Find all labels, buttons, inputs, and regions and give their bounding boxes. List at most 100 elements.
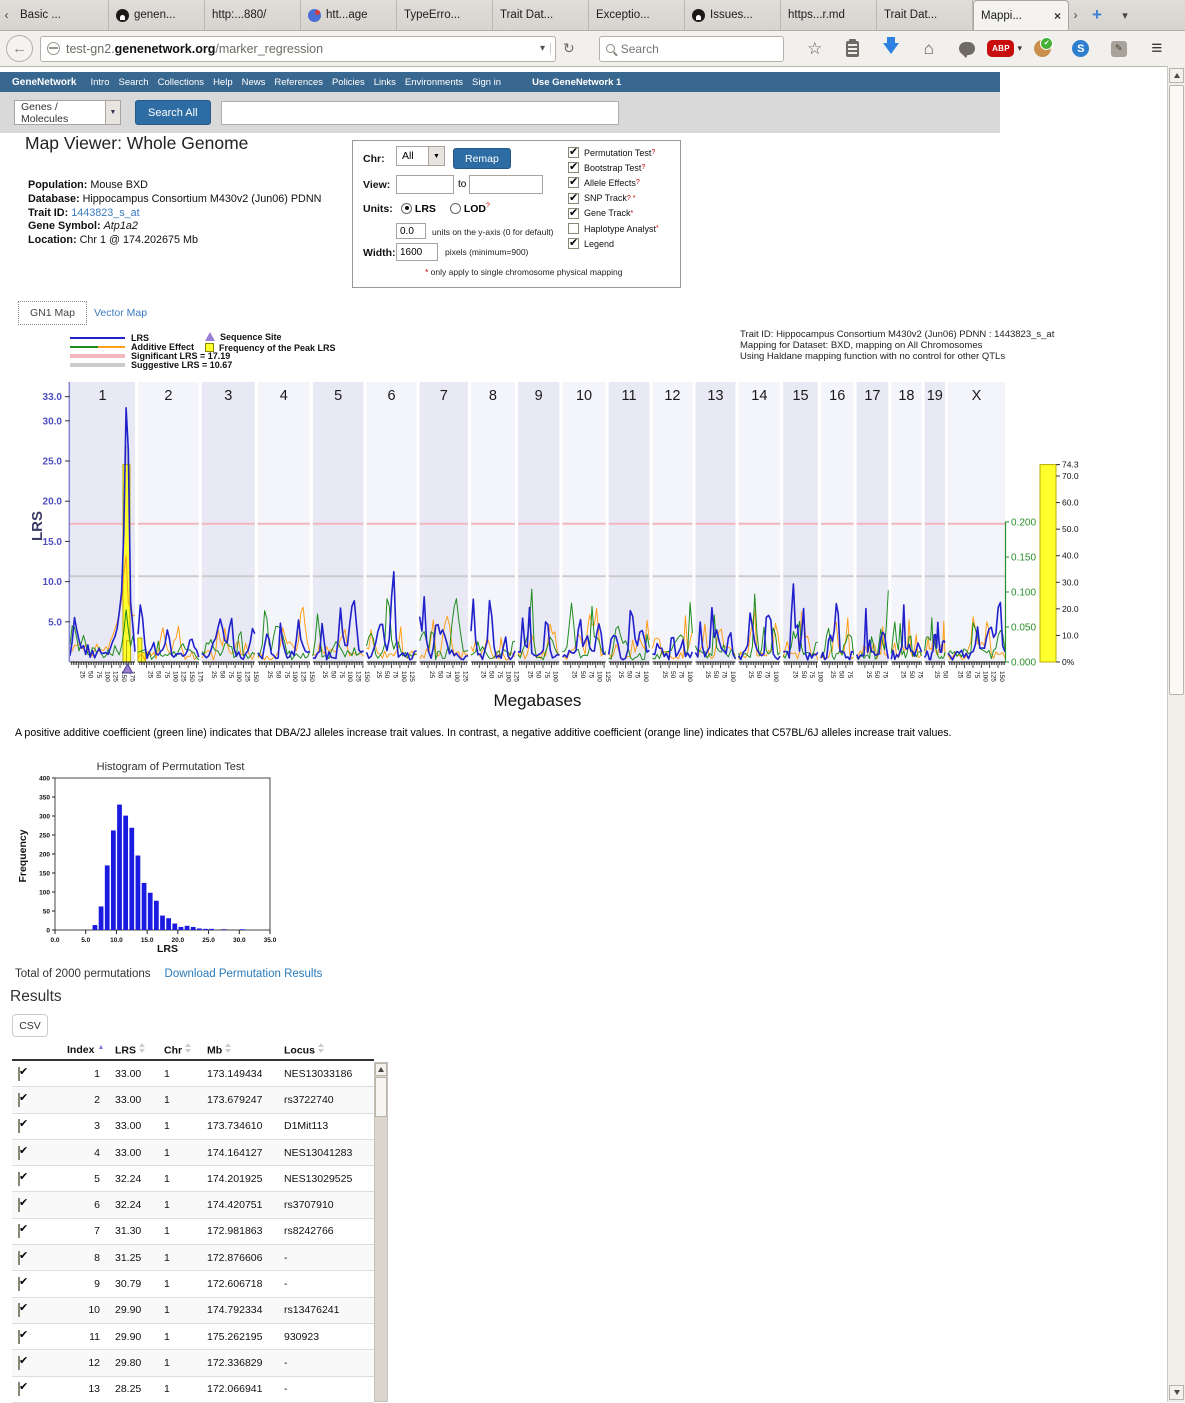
table-row[interactable]: 1029.901174.792334rs13476241 — [12, 1298, 374, 1324]
new-tab-button[interactable]: + — [1082, 0, 1112, 30]
clipboard-icon[interactable] — [834, 41, 872, 57]
table-row[interactable]: 1328.251172.066941- — [12, 1377, 374, 1403]
back-button[interactable]: ← — [6, 35, 33, 62]
reload-icon[interactable]: ↻ — [556, 40, 577, 57]
tab-scroll-right-icon[interactable]: › — [1069, 0, 1082, 30]
adblock-icon[interactable]: ABP▾ — [986, 40, 1024, 57]
nav-item[interactable]: References — [274, 77, 323, 88]
s-plugin-icon[interactable]: S — [1062, 40, 1100, 57]
nav-item[interactable]: Search — [118, 77, 148, 88]
col-mb[interactable]: Mb — [202, 1043, 280, 1057]
col-lrs[interactable]: LRS — [110, 1043, 160, 1057]
table-row[interactable]: 1129.901175.262195930923 — [12, 1324, 374, 1350]
download-permutation-link[interactable]: Download Permutation Results — [165, 968, 323, 980]
chat-icon[interactable] — [948, 42, 986, 55]
table-row[interactable]: 133.001173.149434NES13033186 — [12, 1061, 374, 1087]
browser-tab[interactable]: Exceptio... — [589, 0, 685, 30]
row-checkbox[interactable] — [18, 1172, 20, 1186]
row-checkbox[interactable] — [18, 1224, 20, 1238]
table-row[interactable]: 233.001173.679247rs3722740 — [12, 1087, 374, 1113]
table-row[interactable]: 433.001174.164127NES13041283 — [12, 1140, 374, 1166]
row-checkbox[interactable] — [18, 1198, 20, 1212]
y-units-input[interactable] — [396, 223, 426, 239]
csv-button[interactable]: CSV — [12, 1014, 48, 1037]
nav-item[interactable]: Intro — [90, 77, 109, 88]
nav-item[interactable]: Links — [374, 77, 396, 88]
row-checkbox[interactable] — [18, 1251, 20, 1265]
tab-vector-map[interactable]: Vector Map — [94, 307, 147, 319]
table-row[interactable]: 632.241174.420751rs3707910 — [12, 1192, 374, 1218]
browser-tab[interactable]: Basic ... — [13, 0, 109, 30]
gn-brand[interactable]: GeneNetwork — [12, 77, 76, 88]
table-scroll-up-icon[interactable] — [375, 1063, 387, 1076]
chr-select[interactable]: All — [396, 146, 429, 166]
browser-tab[interactable]: Trait Dat... — [877, 0, 973, 30]
width-input[interactable] — [396, 243, 438, 261]
row-checkbox[interactable] — [18, 1067, 20, 1081]
selenium-icon[interactable]: ✎ — [1100, 41, 1138, 57]
search-all-button[interactable]: Search All — [135, 100, 211, 125]
cookie-icon[interactable] — [1024, 40, 1062, 57]
table-row[interactable]: 731.301172.981863rs8242766 — [12, 1219, 374, 1245]
browser-tab[interactable]: Mappi...× — [973, 0, 1069, 30]
category-select-arrow-icon[interactable]: ▼ — [106, 100, 121, 125]
category-select[interactable]: Genes / Molecules ▼ — [14, 100, 121, 125]
checkbox-snp-track[interactable] — [568, 193, 579, 204]
menu-icon[interactable]: ≡ — [1138, 38, 1176, 60]
site-search-input[interactable] — [221, 101, 619, 125]
row-checkbox[interactable] — [18, 1330, 20, 1344]
tab-list-dropdown-icon[interactable]: ▾ — [1112, 0, 1138, 30]
chr-select-arrow-icon[interactable]: ▼ — [429, 146, 445, 166]
checkbox-haplotype-analyst[interactable] — [568, 223, 579, 234]
table-row[interactable]: 831.251172.876606- — [12, 1245, 374, 1271]
window-scroll-down-icon[interactable] — [1169, 1385, 1184, 1400]
url-bar[interactable]: test-gn2. genenetwork.org /marker_regres… — [40, 36, 556, 62]
window-scrollbar-thumb[interactable] — [1169, 85, 1184, 695]
remap-button[interactable]: Remap — [453, 148, 511, 169]
nav-item[interactable]: Collections — [158, 77, 204, 88]
checkbox-permutation-test[interactable] — [568, 147, 579, 158]
tab-gn1-map[interactable]: GN1 Map — [18, 301, 87, 325]
browser-tab[interactable]: https...r.md — [781, 0, 877, 30]
table-row[interactable]: 1229.801172.336829- — [12, 1350, 374, 1376]
col-chr[interactable]: Chr — [160, 1043, 202, 1057]
col-index[interactable]: Index▲ — [52, 1044, 110, 1056]
window-scroll-up-icon[interactable] — [1169, 68, 1184, 83]
browser-tab[interactable]: TypeErro... — [397, 0, 493, 30]
bookmark-star-icon[interactable]: ☆ — [796, 39, 834, 59]
row-checkbox[interactable] — [18, 1382, 20, 1396]
nav-item[interactable]: Help — [213, 77, 233, 88]
browser-tab[interactable]: Trait Dat... — [493, 0, 589, 30]
tab-close-icon[interactable]: × — [1054, 9, 1061, 23]
browser-search-box[interactable] — [599, 36, 784, 62]
browser-search-input[interactable] — [621, 42, 761, 56]
info-value[interactable]: 1443823_s_at — [71, 207, 139, 219]
category-select-value[interactable]: Genes / Molecules — [14, 100, 106, 125]
checkbox-legend[interactable] — [568, 238, 579, 249]
row-checkbox[interactable] — [18, 1277, 20, 1291]
download-icon[interactable] — [872, 43, 910, 54]
units-radio-lrs[interactable]: LRS — [401, 203, 436, 215]
tab-scroll-left-icon[interactable]: ‹ — [0, 0, 13, 30]
row-checkbox[interactable] — [18, 1303, 20, 1317]
table-scrollbar[interactable] — [374, 1062, 388, 1402]
home-icon[interactable]: ⌂ — [910, 39, 948, 59]
table-row[interactable]: 333.001173.734610D1Mit113 — [12, 1114, 374, 1140]
nav-item[interactable]: Sign in — [472, 77, 501, 88]
table-row[interactable]: 532.241174.201925NES13029525 — [12, 1166, 374, 1192]
col-locus[interactable]: Locus — [280, 1043, 374, 1057]
browser-tab[interactable]: genen... — [109, 0, 205, 30]
view-start-input[interactable] — [396, 175, 454, 194]
checkbox-bootstrap-test[interactable] — [568, 162, 579, 173]
browser-tab[interactable]: htt...age — [301, 0, 397, 30]
browser-tab[interactable]: http:...880/ — [205, 0, 301, 30]
checkbox-allele-effects[interactable] — [568, 177, 579, 188]
nav-item[interactable]: Environments — [405, 77, 463, 88]
nav-use-gn1[interactable]: Use GeneNetwork 1 — [532, 77, 621, 88]
nav-item[interactable]: Policies — [332, 77, 365, 88]
row-checkbox[interactable] — [18, 1146, 20, 1160]
row-checkbox[interactable] — [18, 1119, 20, 1133]
view-end-input[interactable] — [469, 175, 543, 194]
nav-item[interactable]: News — [242, 77, 266, 88]
row-checkbox[interactable] — [18, 1093, 20, 1107]
